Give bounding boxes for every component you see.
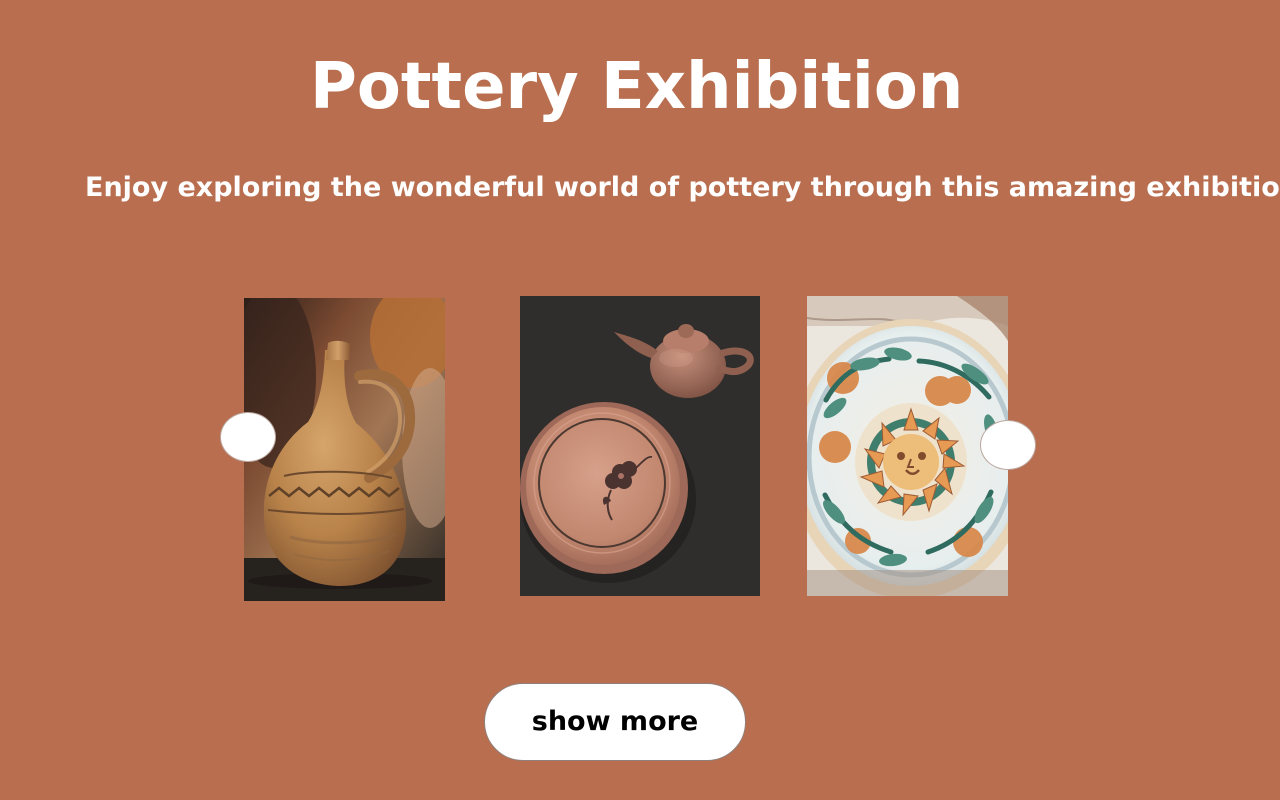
clay-jug-photo <box>244 298 445 601</box>
previous-image-button[interactable] <box>220 412 276 462</box>
teapot-and-plate-photo <box>520 296 760 596</box>
show-more-button[interactable]: show more <box>484 683 746 761</box>
painted-bowl-photo <box>807 296 1008 596</box>
next-image-button[interactable] <box>980 420 1036 470</box>
pottery-gallery <box>0 0 1280 800</box>
